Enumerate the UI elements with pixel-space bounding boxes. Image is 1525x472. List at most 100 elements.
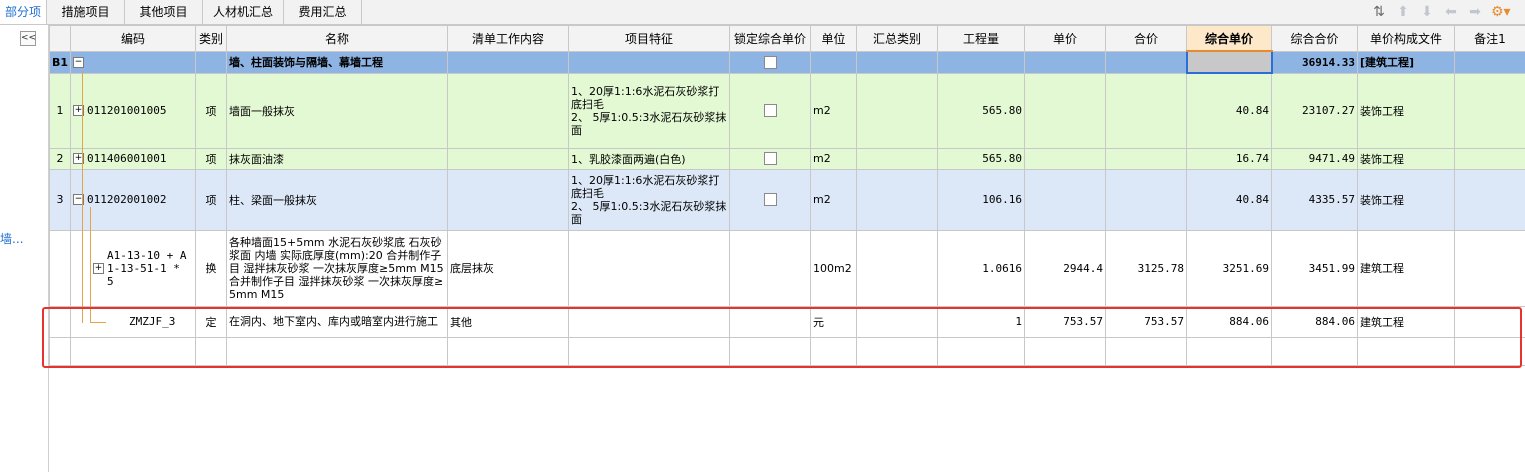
lock-price-checkbox[interactable] <box>763 193 777 207</box>
cell-type[interactable]: 项 <box>195 72 227 149</box>
tab-cost-summary[interactable]: 费用汇总 <box>284 0 362 24</box>
lock-price-checkbox[interactable] <box>763 152 777 166</box>
table-row[interactable]: 2 +011406001001 项 抹灰面油漆 1、乳胶漆面两遍(白色) m2 … <box>49 147 1525 170</box>
table-row[interactable]: + A1-13-10 + A1-13-51-1 * 5 换 各种墙面15+5mm … <box>49 229 1525 307</box>
col-header-summary-type[interactable]: 汇总类别 <box>856 25 938 52</box>
tab-measures[interactable]: 措施项目 <box>47 0 125 24</box>
cell-comp-price[interactable]: 40.84 <box>1186 168 1272 231</box>
row-no: B1 <box>49 50 71 74</box>
cell-total[interactable]: 753.57 <box>1105 305 1187 338</box>
table-row[interactable]: 3 −011202001002 项 柱、梁面一般抹灰 1、20厚1:1:6水泥石… <box>49 168 1525 231</box>
cell-code: A1-13-10 + A1-13-51-1 * 5 <box>107 248 187 288</box>
tab-other-items[interactable]: 其他项目 <box>125 0 203 24</box>
cell-type[interactable]: 项 <box>195 168 227 231</box>
cell-unit-price[interactable]: 753.57 <box>1024 305 1106 338</box>
expand-icon[interactable]: + <box>93 262 104 274</box>
tab-sub-items[interactable]: 部分项 <box>0 0 47 24</box>
cell-feature[interactable]: 1、20厚1:1:6水泥石灰砂浆打底扫毛 2、 5厚1:0.5:3水泥石灰砂浆抹… <box>568 72 730 149</box>
cell-comp-price[interactable]: 3251.69 <box>1186 229 1272 307</box>
bill-grid: 编码 类别 名称 清单工作内容 项目特征 锁定综合单价 单位 汇总类别 工程量 … <box>49 25 1525 366</box>
tab-labor-material-summary[interactable]: 人材机汇总 <box>203 0 284 24</box>
cell-comp-total[interactable]: 4335.57 <box>1271 168 1358 231</box>
arrow-down-icon[interactable]: ⬇ <box>1419 4 1435 20</box>
cell-qty[interactable]: 565.80 <box>937 72 1025 149</box>
cell-file[interactable]: 建筑工程 <box>1357 229 1455 307</box>
tree-connector-line <box>90 322 106 323</box>
cell-feature[interactable]: 1、乳胶漆面两遍(白色) <box>568 147 730 170</box>
cell-unit-price[interactable]: 2944.4 <box>1024 229 1106 307</box>
cell-feature[interactable]: 1、20厚1:1:6水泥石灰砂浆打底扫毛 2、 5厚1:0.5:3水泥石灰砂浆抹… <box>568 168 730 231</box>
table-row[interactable]: B1 − 墙、柱面装饰与隔墙、幕墙工程 36914.33 [建筑工程] <box>49 50 1525 74</box>
cell-work-content[interactable]: 其他 <box>447 305 569 338</box>
lock-price-checkbox[interactable] <box>763 104 777 118</box>
col-header-type[interactable]: 类别 <box>195 25 227 52</box>
tree-connector-line <box>82 71 83 323</box>
tree-item-wall[interactable]: 墙... <box>0 230 23 247</box>
cell-code: 011202001002 <box>87 193 167 206</box>
cell-type[interactable]: 换 <box>195 229 227 307</box>
col-header-comp-total[interactable]: 综合合价 <box>1271 25 1358 52</box>
cell-comp-total[interactable]: 3451.99 <box>1271 229 1358 307</box>
table-row[interactable]: 1 +011201001005 项 墙面一般抹灰 1、20厚1:1:6水泥石灰砂… <box>49 72 1525 149</box>
cell-name[interactable]: 各种墙面15+5mm 水泥石灰砂浆底 石灰砂浆面 内墙 实际底厚度(mm):20… <box>226 229 448 307</box>
cell-name[interactable]: 墙面一般抹灰 <box>226 72 448 149</box>
cell-comp-price[interactable]: 16.74 <box>1186 147 1272 170</box>
cell-name[interactable]: 墙、柱面装饰与隔墙、幕墙工程 <box>226 50 448 74</box>
collapse-panel-button[interactable]: << <box>20 31 36 46</box>
cell-file[interactable]: 装饰工程 <box>1357 147 1455 170</box>
col-header-unit[interactable]: 单位 <box>810 25 857 52</box>
col-header-total[interactable]: 合价 <box>1105 25 1187 52</box>
cell-unit[interactable]: m2 <box>810 168 857 231</box>
lock-price-checkbox[interactable] <box>763 55 777 69</box>
empty-row[interactable] <box>49 336 1525 366</box>
cell-qty[interactable]: 106.16 <box>937 168 1025 231</box>
cell-name[interactable]: 抹灰面油漆 <box>226 147 448 170</box>
col-header-index <box>49 25 71 52</box>
cell-comp-total[interactable]: 36914.33 <box>1271 50 1358 74</box>
sort-icon[interactable]: ⇅ <box>1371 4 1387 20</box>
cell-file[interactable]: 装饰工程 <box>1357 168 1455 231</box>
settings-icon[interactable]: ⚙▾ <box>1491 4 1511 20</box>
col-header-price-file[interactable]: 单价构成文件 <box>1357 25 1455 52</box>
cell-comp-total[interactable]: 884.06 <box>1271 305 1358 338</box>
cell-total[interactable]: 3125.78 <box>1105 229 1187 307</box>
cell-file[interactable]: [建筑工程] <box>1357 50 1455 74</box>
collapse-icon[interactable]: − <box>73 57 84 68</box>
cell-code: 011201001005 <box>87 104 167 117</box>
cell-comp-price[interactable]: 40.84 <box>1186 72 1272 149</box>
col-header-quantity[interactable]: 工程量 <box>937 25 1025 52</box>
arrow-up-icon[interactable]: ⬆ <box>1395 4 1411 20</box>
col-header-unit-price[interactable]: 单价 <box>1024 25 1106 52</box>
cell-qty[interactable]: 1 <box>937 305 1025 338</box>
arrow-left-icon[interactable]: ⬅ <box>1443 4 1459 20</box>
col-header-note[interactable]: 备注1 <box>1454 25 1525 52</box>
cell-unit[interactable]: 元 <box>810 305 857 338</box>
cell-file[interactable]: 装饰工程 <box>1357 72 1455 149</box>
col-header-lock-price[interactable]: 锁定综合单价 <box>729 25 811 52</box>
cell-qty[interactable]: 565.80 <box>937 147 1025 170</box>
cell-qty[interactable]: 1.0616 <box>937 229 1025 307</box>
col-header-comp-unit-price[interactable]: 综合单价 <box>1186 25 1272 52</box>
cell-work-content[interactable]: 底层抹灰 <box>447 229 569 307</box>
tree-connector-line <box>90 207 91 323</box>
col-header-code[interactable]: 编码 <box>70 25 196 52</box>
col-header-work-content[interactable]: 清单工作内容 <box>447 25 569 52</box>
cell-type[interactable]: 项 <box>195 147 227 170</box>
cell-name[interactable]: 在洞内、地下室内、库内或暗室内进行施工 <box>226 305 448 338</box>
cell-file[interactable]: 建筑工程 <box>1357 305 1455 338</box>
cell-comp-total[interactable]: 9471.49 <box>1271 147 1358 170</box>
cell-comp-price[interactable]: 884.06 <box>1186 305 1272 338</box>
tab-bar: 部分项 措施项目 其他项目 人材机汇总 费用汇总 ⇅ ⬆ ⬇ ⬅ ➡ ⚙▾ <box>0 0 1525 25</box>
cell-unit[interactable]: m2 <box>810 72 857 149</box>
selected-cell[interactable] <box>1185 50 1273 74</box>
cell-name[interactable]: 柱、梁面一般抹灰 <box>226 168 448 231</box>
arrow-right-icon[interactable]: ➡ <box>1467 4 1483 20</box>
cell-unit[interactable]: m2 <box>810 147 857 170</box>
cell-type[interactable]: 定 <box>195 305 227 338</box>
col-header-feature[interactable]: 项目特征 <box>568 25 730 52</box>
col-header-name[interactable]: 名称 <box>226 25 448 52</box>
table-row[interactable]: ZMZJF_3 定 在洞内、地下室内、库内或暗室内进行施工 其他 元 1 753… <box>49 305 1525 338</box>
cell-comp-total[interactable]: 23107.27 <box>1271 72 1358 149</box>
left-panel: << 墙... <box>0 25 49 472</box>
cell-unit[interactable]: 100m2 <box>810 229 857 307</box>
